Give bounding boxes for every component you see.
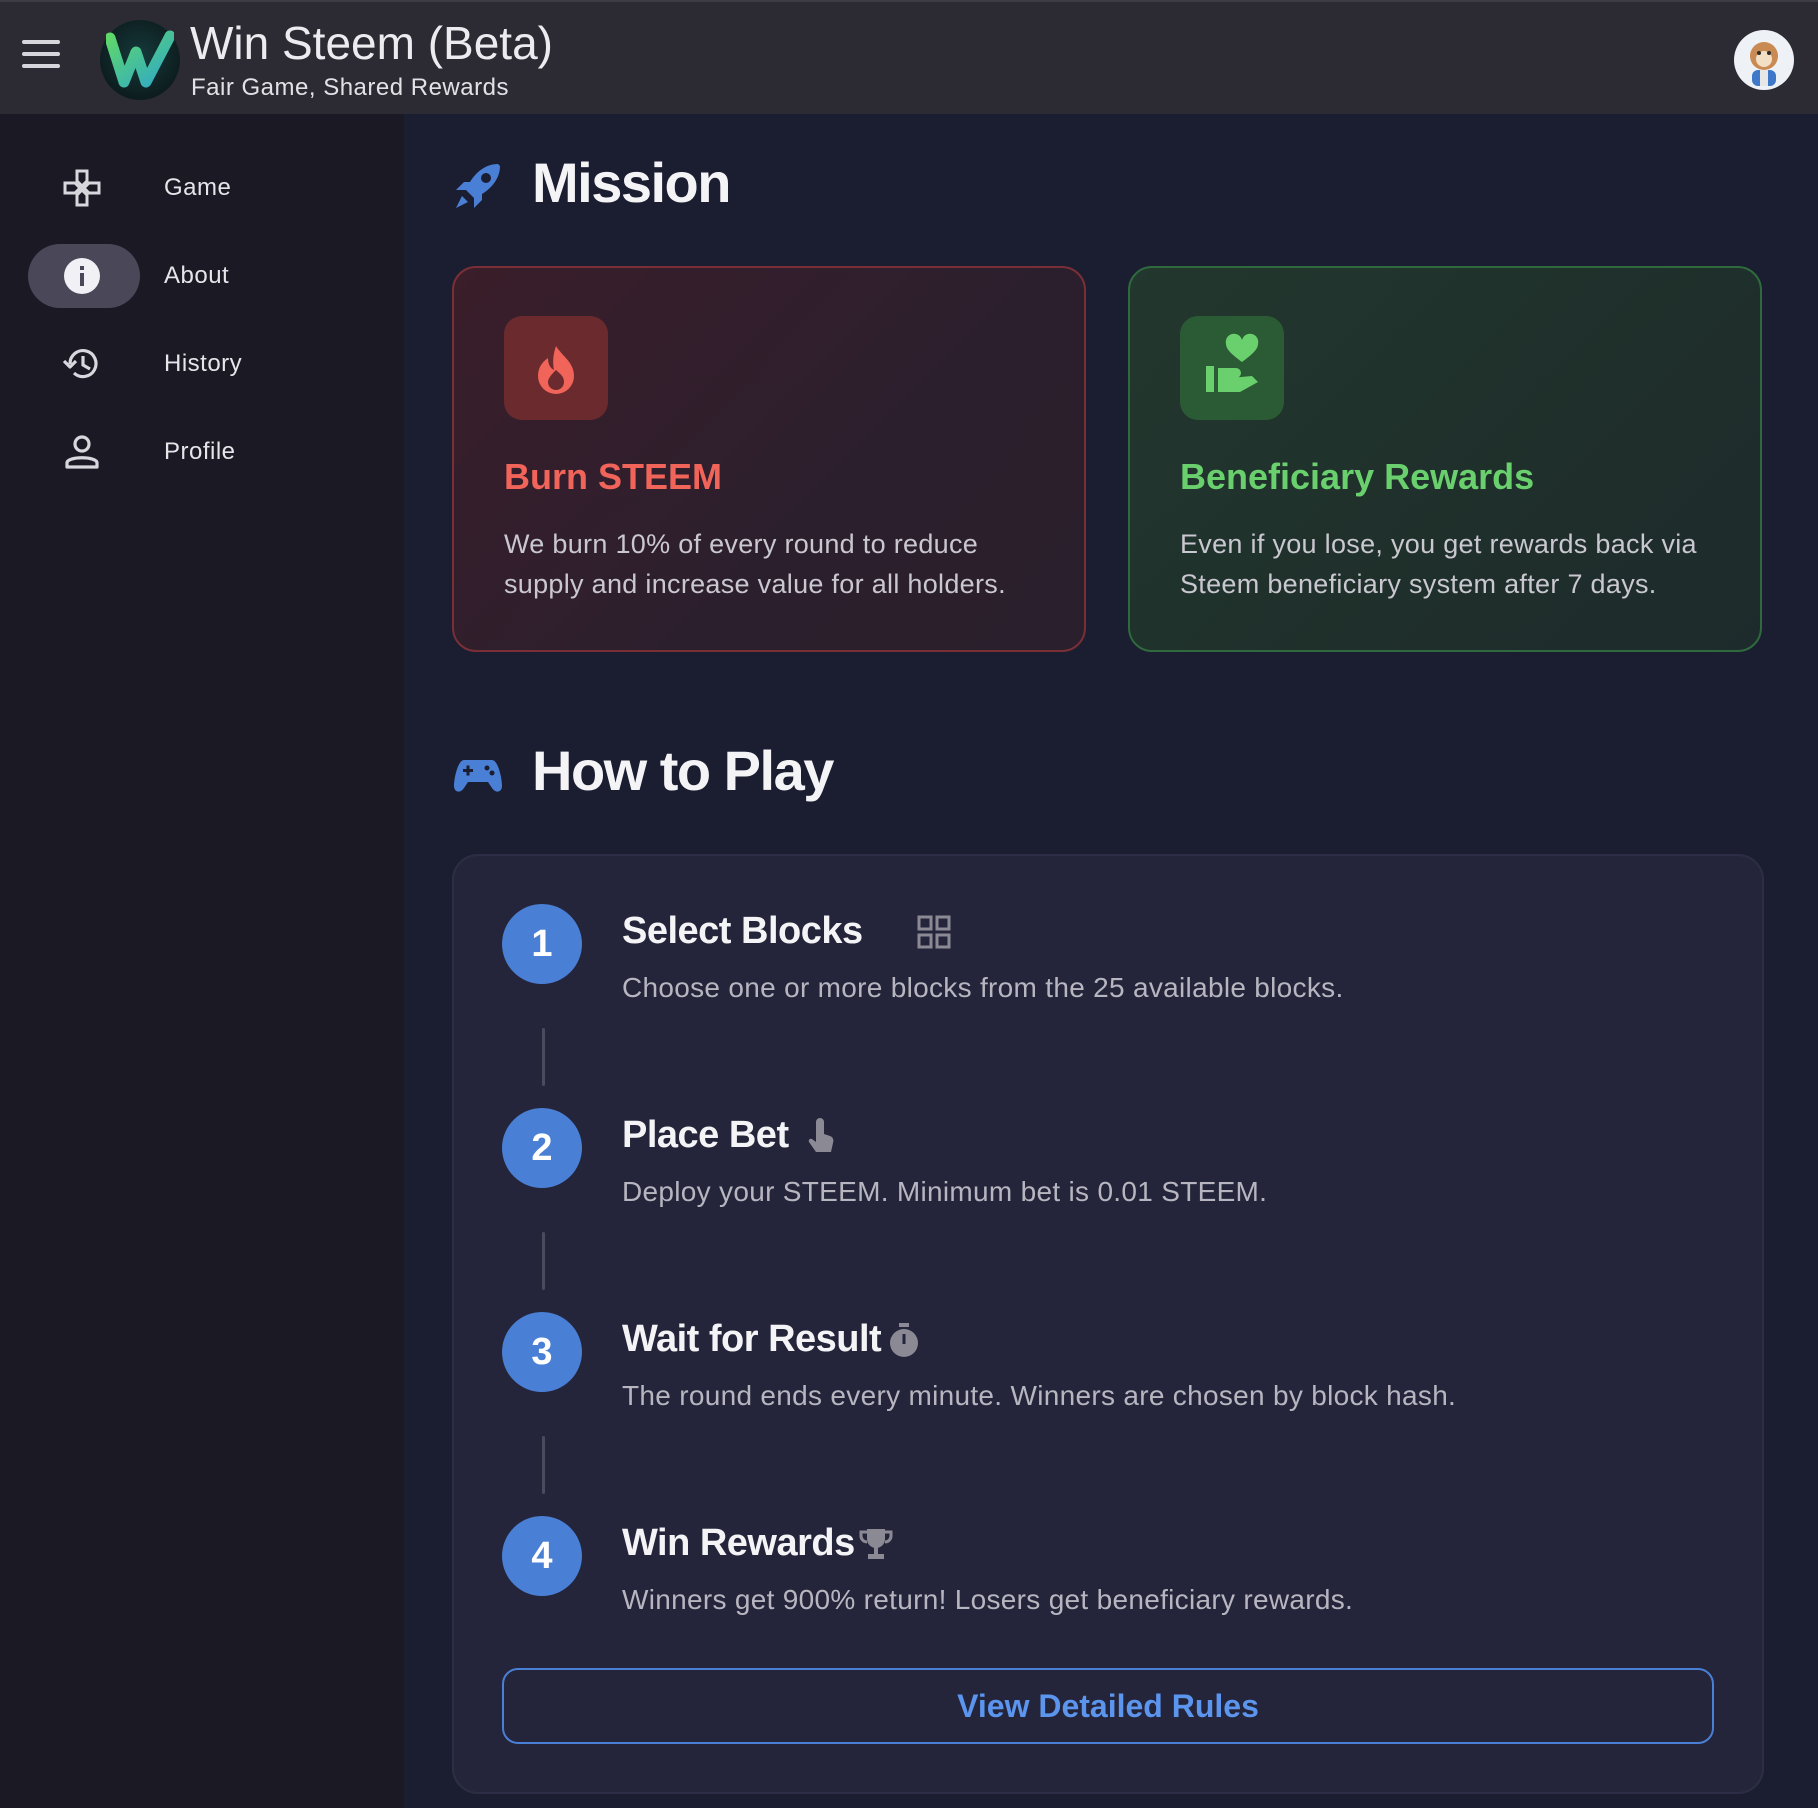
- card-title: Burn STEEM: [504, 456, 723, 497]
- sidebar-item-about[interactable]: About: [28, 244, 378, 308]
- sidebar-item-label: Profile: [164, 438, 236, 465]
- sidebar-item-label: About: [164, 262, 230, 289]
- trophy-icon: [859, 1529, 893, 1559]
- step-connector: [542, 1436, 545, 1494]
- grid-icon: [917, 915, 951, 949]
- step-4: 4 Win Rewards Winners get 900% return! L…: [502, 1516, 1702, 1666]
- step-1: 1 Select Blocks Choose one or more block…: [502, 904, 1702, 1054]
- rocket-icon: [456, 164, 500, 208]
- card-description: Even if you lose, you get rewards back v…: [1180, 529, 1697, 599]
- steps-panel: 1 Select Blocks Choose one or more block…: [452, 854, 1764, 1794]
- hand-heart-icon: [1180, 316, 1284, 420]
- controller-icon: [454, 760, 502, 792]
- sidebar-item-game[interactable]: Game: [28, 156, 378, 220]
- step-description: Choose one or more blocks from the 25 av…: [622, 972, 1344, 1003]
- app-subtitle: Fair Game, Shared Rewards: [191, 74, 509, 101]
- sidebar-item-profile[interactable]: Profile: [28, 420, 378, 484]
- step-connector: [542, 1028, 545, 1086]
- gamepad-icon: [63, 169, 101, 207]
- app-title: Win Steem (Beta): [190, 17, 553, 69]
- step-title: Wait for Result: [622, 1318, 882, 1360]
- step-description: The round ends every minute. Winners are…: [622, 1380, 1457, 1411]
- sidebar: Game About History Profile: [0, 114, 404, 1808]
- step-title: Place Bet: [622, 1114, 789, 1156]
- sidebar-item-label: History: [164, 350, 243, 377]
- step-title: Select Blocks: [622, 910, 863, 952]
- card-description: We burn 10% of every round to reduce sup…: [504, 529, 1006, 599]
- info-icon: [64, 258, 100, 294]
- burn-card: Burn STEEM We burn 10% of every round to…: [452, 266, 1086, 652]
- menu-icon[interactable]: [22, 40, 66, 76]
- view-rules-button[interactable]: View Detailed Rules: [502, 1668, 1714, 1744]
- tap-icon: [808, 1118, 834, 1152]
- beneficiary-card: Beneficiary Rewards Even if you lose, yo…: [1128, 266, 1762, 652]
- card-title: Beneficiary Rewards: [1180, 456, 1535, 497]
- section-title: How to Play: [532, 739, 834, 802]
- sidebar-item-label: Game: [164, 174, 232, 201]
- step-number: 4: [502, 1516, 582, 1596]
- app-bar: Win Steem (Beta) Fair Game, Shared Rewar…: [0, 0, 1818, 114]
- step-title: Win Rewards: [622, 1522, 855, 1564]
- step-number: 1: [502, 904, 582, 984]
- person-icon: [65, 435, 99, 469]
- step-number: 2: [502, 1108, 582, 1188]
- sidebar-item-history[interactable]: History: [28, 332, 378, 396]
- step-connector: [542, 1232, 545, 1290]
- fire-icon: [504, 316, 608, 420]
- history-icon: [62, 349, 98, 379]
- step-3: 3 Wait for Result The round ends every m…: [502, 1312, 1702, 1462]
- app-logo: [100, 20, 180, 100]
- step-number: 3: [502, 1312, 582, 1392]
- step-description: Winners get 900% return! Losers get bene…: [622, 1584, 1354, 1615]
- avatar[interactable]: [1734, 30, 1794, 90]
- section-title: Mission: [532, 151, 731, 214]
- step-2: 2 Place Bet Deploy your STEEM. Minimum b…: [502, 1108, 1702, 1258]
- stopwatch-icon: [890, 1323, 918, 1357]
- step-description: Deploy your STEEM. Minimum bet is 0.01 S…: [622, 1176, 1268, 1207]
